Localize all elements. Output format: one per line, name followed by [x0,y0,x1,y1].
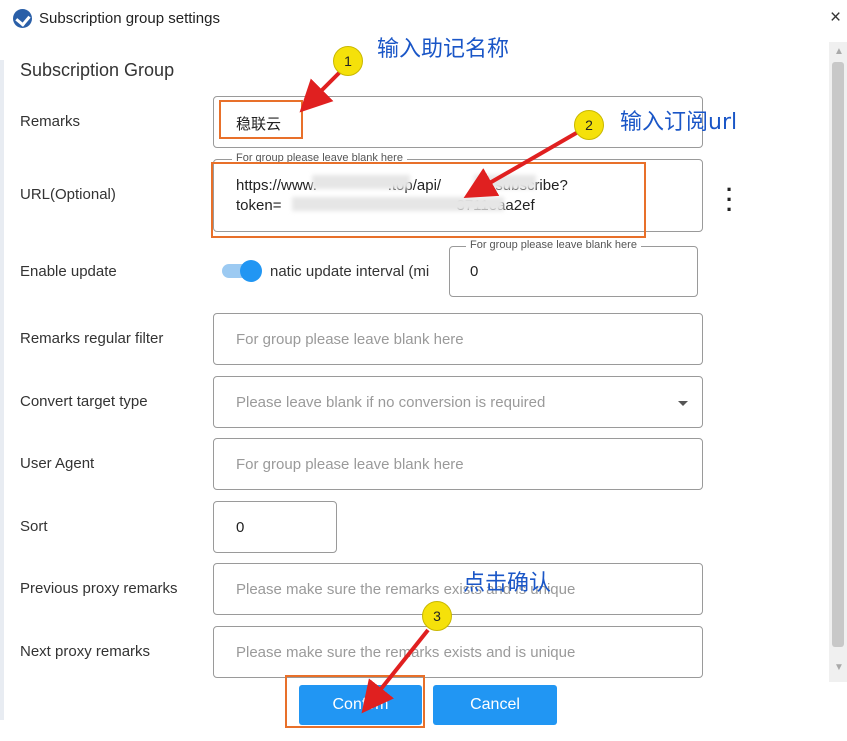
step3-annotation: 点击确认 [463,571,552,596]
step1-badge: 1 [333,46,363,76]
step3-badge: 3 [422,601,452,631]
arrow-step3 [361,628,430,714]
arrow-step1 [299,70,342,113]
step2-badge: 2 [574,110,604,140]
step1-annotation: 输入助记名称 [377,37,510,62]
arrow-step2 [463,130,579,198]
step2-annotation: 输入订阅url [620,110,738,135]
